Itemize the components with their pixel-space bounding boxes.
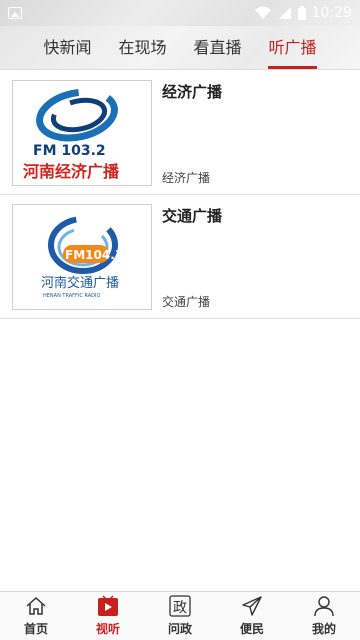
home-icon: [24, 595, 48, 617]
logo-name-text: 河南经济广播: [23, 162, 120, 181]
bottom-nav-bar: 首页 视听 政 问政 便民 我的: [0, 591, 360, 640]
station-title: 经济广播: [162, 83, 223, 101]
nav-label: 首页: [23, 622, 48, 636]
nav-home[interactable]: 首页: [6, 595, 66, 637]
play-icon: [96, 595, 120, 617]
station-title: 交通广播: [162, 207, 223, 225]
station-item-traffic[interactable]: FM104.1 河南交通广播 HENAN TRAFFIC RADIO 交通广播 …: [0, 195, 360, 319]
traffic-radio-logo: FM104.1 河南交通广播 HENAN TRAFFIC RADIO: [12, 204, 152, 310]
radio-station-list: FM 103.2 河南经济广播 经济广播 经济广播 FM104.1 河南交通广播…: [0, 71, 360, 319]
logo-english-text: HENAN TRAFFIC RADIO: [43, 293, 100, 299]
tab-kuaixinwen[interactable]: 快新闻: [43, 26, 91, 70]
nav-wenzheng[interactable]: 政 问政: [150, 595, 210, 637]
nav-wode[interactable]: 我的: [294, 595, 354, 637]
nav-label: 视听: [95, 622, 120, 636]
wifi-icon: [254, 6, 271, 19]
battery-icon: [297, 6, 306, 20]
station-subtitle: 交通广播: [162, 295, 211, 309]
svg-text:政: 政: [173, 600, 187, 616]
nav-label: 我的: [311, 622, 336, 636]
nav-bianmin[interactable]: 便民: [222, 595, 282, 637]
gallery-notification-icon: [8, 7, 22, 19]
logo-name-text: 河南交通广播: [41, 275, 119, 291]
tab-kanzhibo[interactable]: 看直播: [193, 26, 241, 70]
nav-label: 问政: [167, 622, 192, 636]
tab-tingguangbo[interactable]: 听广播: [268, 26, 317, 70]
top-tab-bar: 快新闻 在现场 看直播 听广播: [0, 26, 360, 70]
nav-shiting[interactable]: 视听: [78, 595, 138, 637]
status-time: 10:29: [311, 5, 352, 21]
send-icon: [240, 595, 264, 617]
tab-zaixianchang[interactable]: 在现场: [118, 26, 166, 70]
zheng-icon: 政: [168, 595, 192, 617]
nav-label: 便民: [239, 622, 264, 636]
economic-radio-logo: FM 103.2 河南经济广播: [12, 80, 152, 186]
logo-freq-text: FM104.1: [65, 248, 123, 262]
status-bar: 10:29: [0, 0, 360, 26]
station-subtitle: 经济广播: [162, 171, 211, 185]
signal-icon: [278, 7, 291, 19]
station-item-economic[interactable]: FM 103.2 河南经济广播 经济广播 经济广播: [0, 71, 360, 195]
logo-freq-text: FM 103.2: [33, 143, 106, 159]
user-icon: [312, 595, 336, 617]
